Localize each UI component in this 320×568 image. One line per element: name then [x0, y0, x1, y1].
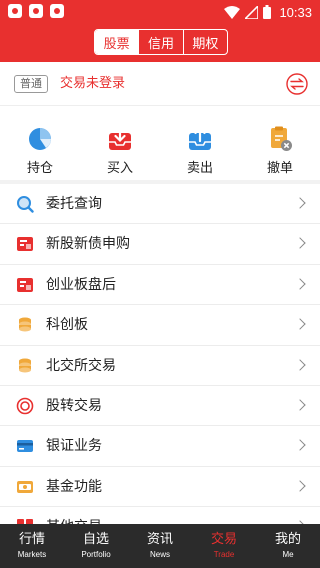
tab-me[interactable]: 我的 Me [256, 524, 320, 568]
notification-icon [29, 4, 43, 18]
menu-item-ipo-subscription[interactable]: 新股新债申购 [0, 224, 320, 265]
tab-sublabel: Trade [213, 550, 235, 559]
pie-chart-icon [29, 128, 51, 150]
chevron-right-icon [294, 439, 306, 452]
chevron-right-icon [294, 399, 306, 411]
menu-item-label: 创业板盘后 [46, 276, 116, 293]
quick-actions: 持仓 买入 卖出 撤单 [0, 106, 320, 180]
tab-label: 交易 [210, 532, 237, 547]
position-label: 持仓 [26, 161, 53, 176]
board-icon [17, 277, 33, 292]
exchange-icon[interactable] [286, 73, 308, 95]
chevron-right-icon [294, 278, 306, 290]
menu-item-label: 银证业务 [46, 438, 102, 455]
menu-item-label: 新股新债申购 [46, 236, 130, 253]
buy-button[interactable]: 买入 [95, 126, 145, 176]
menu-item-label: 基金功能 [46, 478, 102, 495]
buy-label: 买入 [106, 161, 133, 176]
menu-item-fund[interactable]: 基金功能 [0, 466, 320, 508]
chevron-right-icon [294, 358, 306, 371]
tab-sublabel: News [149, 550, 170, 559]
menu-item-gem-after-hours[interactable]: 创业板盘后 [0, 264, 320, 306]
chevron-right-icon [294, 197, 306, 209]
tab-label: 行情 [18, 532, 45, 547]
position-button[interactable]: 持仓 [15, 126, 65, 176]
cancel-order-icon [271, 126, 292, 151]
wallet-icon [17, 480, 33, 493]
cancel-order-label: 撤单 [266, 161, 293, 176]
status-time: 10:33 [279, 4, 312, 20]
trade-menu-list: 委托查询 新股新债申购 创业板盘后 科创板 北交所交易 股转交易 银证业务 基金… [0, 184, 320, 548]
search-icon [17, 196, 34, 213]
tab-sublabel: Portfolio [81, 550, 111, 559]
tab-sublabel: Markets [17, 550, 47, 559]
menu-item-label: 科创板 [46, 317, 88, 334]
ring-icon [16, 397, 34, 415]
menu-item-label: 股转交易 [46, 397, 102, 414]
header: 股票 信用 期权 [0, 24, 320, 62]
login-status-text[interactable]: 交易未登录 [60, 75, 125, 93]
chevron-right-icon [294, 237, 306, 250]
menu-item-label: 委托查询 [46, 196, 102, 212]
tray-in-icon [109, 126, 131, 150]
tray-out-icon [189, 126, 211, 150]
tab-options[interactable]: 期权 [184, 30, 227, 54]
bottom-tab-bar: 行情 Markets 自选 Portfolio 资讯 News 交易 Trade… [0, 524, 320, 568]
tab-stock[interactable]: 股票 [95, 30, 140, 54]
cancel-order-button[interactable]: 撤单 [255, 126, 305, 176]
wifi-icon [224, 5, 241, 19]
sell-label: 卖出 [186, 161, 213, 176]
battery-icon [263, 5, 272, 19]
tab-credit[interactable]: 信用 [139, 30, 184, 54]
menu-item-share-transfer[interactable]: 股转交易 [0, 385, 320, 427]
menu-item-bank-securities[interactable]: 银证业务 [0, 426, 320, 467]
menu-item-bse-trading[interactable]: 北交所交易 [0, 345, 320, 386]
menu-item-star-market[interactable]: 科创板 [0, 305, 320, 346]
menu-item-order-query[interactable]: 委托查询 [0, 184, 320, 225]
signal-icon [245, 5, 259, 19]
tab-label: 我的 [274, 532, 301, 547]
chevron-right-icon [294, 318, 306, 330]
tab-portfolio[interactable]: 自选 Portfolio [64, 524, 128, 568]
tab-sublabel: Me [282, 550, 294, 559]
tab-news[interactable]: 资讯 News [128, 524, 192, 568]
tab-markets[interactable]: 行情 Markets [0, 524, 64, 568]
card-icon [17, 440, 33, 453]
tab-trade[interactable]: 交易 Trade [192, 524, 256, 568]
coins-icon [19, 358, 31, 373]
notification-icon [8, 4, 22, 18]
account-type-switch: 股票 信用 期权 [94, 29, 228, 55]
account-type-badge: 普通 [14, 75, 48, 93]
status-bar: 10:33 [0, 0, 320, 24]
menu-item-label: 北交所交易 [46, 357, 116, 374]
tab-label: 资讯 [146, 532, 173, 547]
sell-button[interactable]: 卖出 [175, 126, 225, 176]
chevron-right-icon [294, 480, 306, 492]
login-bar[interactable]: 普通 交易未登录 [0, 62, 320, 106]
notification-icon [50, 4, 64, 18]
tab-label: 自选 [82, 532, 109, 547]
ipo-icon [17, 237, 33, 252]
coins-icon [19, 317, 31, 332]
